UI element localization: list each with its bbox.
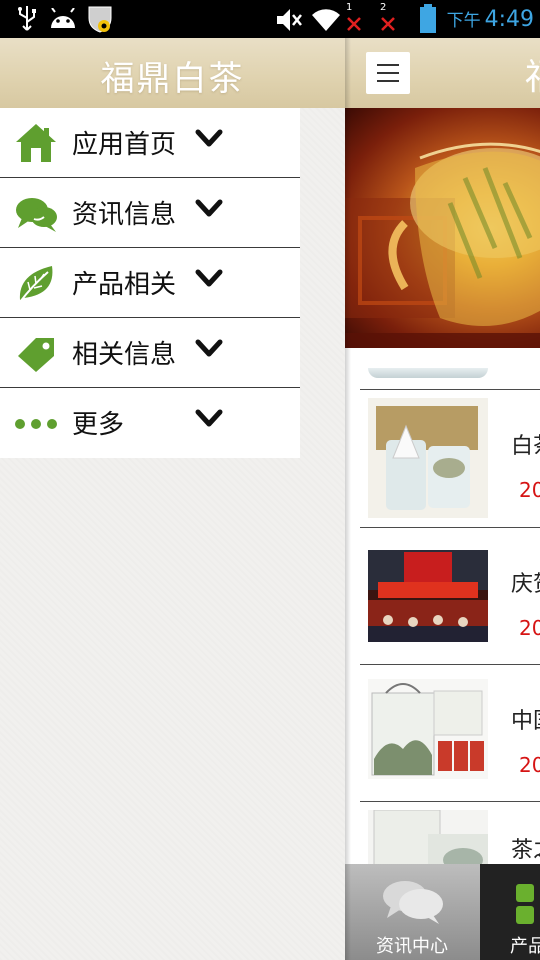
main-title: 福 [525, 48, 540, 100]
menu-item-home[interactable]: 应用首页 [0, 108, 300, 178]
drawer-title: 福鼎白茶 [100, 59, 245, 99]
tab-news-center[interactable]: 资讯中心 [345, 864, 480, 960]
news-title: 白茶 [511, 434, 540, 459]
chevron-down-icon[interactable] [194, 408, 224, 430]
menu-item-news[interactable]: 资讯信息 [0, 178, 300, 248]
menu-item-more[interactable]: 更多 [0, 388, 300, 458]
chat-bubbles-icon [16, 198, 57, 232]
chevron-down-icon[interactable] [194, 338, 224, 360]
news-item[interactable]: 庆贺 20 [360, 528, 540, 665]
news-thumb [368, 679, 488, 779]
tea-glass-illustration [345, 142, 540, 348]
tab-products[interactable]: 产品 [480, 864, 540, 960]
chevron-down-icon[interactable] [194, 128, 224, 150]
status-time: 下午 4:49 [447, 6, 534, 32]
tag-icon [18, 338, 54, 372]
news-date: 20 [519, 616, 540, 640]
tab-label: 资讯中心 [376, 936, 448, 957]
status-time-ampm: 下午 [446, 11, 481, 31]
news-thumb [368, 398, 488, 518]
sim2-label: 2 [380, 2, 387, 13]
menu-item-label: 更多 [72, 410, 125, 440]
menu-item-products[interactable]: 产品相关 [0, 248, 300, 318]
navigation-drawer: 福鼎白茶 应用首页 资讯信息 产品相关 相关信息 更多 [0, 38, 345, 960]
menu-item-related-info[interactable]: 相关信息 [0, 318, 300, 388]
tab-label: 产品 [510, 936, 540, 957]
security-shield-icon [88, 6, 112, 33]
menu-item-label: 应用首页 [72, 130, 177, 160]
chat-bubbles-icon [383, 881, 443, 924]
main-header: 福 [345, 38, 540, 108]
chevron-down-icon[interactable] [194, 198, 224, 220]
sim1-label: 1 [346, 2, 353, 13]
status-bar: 1 2 下午 4:49 [0, 0, 540, 38]
drawer-header: 福鼎白茶 [0, 38, 345, 108]
news-thumb [368, 550, 488, 642]
hamburger-icon-line [377, 80, 399, 82]
grid-icon [516, 884, 534, 924]
news-title: 中国 [511, 709, 540, 734]
sim2-signal: 2 [378, 2, 398, 36]
menu-item-label: 资讯信息 [72, 200, 177, 230]
drawer-menu: 应用首页 资讯信息 产品相关 相关信息 更多 [0, 108, 300, 458]
android-debug-icon [51, 8, 75, 28]
no-signal-x-icon [381, 17, 395, 31]
menu-toggle-button[interactable] [366, 52, 410, 94]
chevron-down-icon[interactable] [194, 268, 224, 290]
leaf-icon [19, 266, 53, 303]
bottom-tab-bar: 资讯中心 产品 [345, 864, 540, 960]
hamburger-icon-line [377, 72, 399, 74]
usb-icon [18, 6, 36, 31]
hamburger-icon-line [377, 64, 399, 66]
more-dots-icon [15, 419, 57, 429]
no-signal-x-icon [347, 17, 361, 31]
news-item[interactable]: 白茶 20 [360, 390, 540, 528]
status-time-value: 4:49 [484, 7, 534, 32]
drawer-shadow [345, 38, 351, 960]
banner-image[interactable] [345, 108, 540, 348]
menu-item-label: 产品相关 [72, 270, 177, 300]
news-title: 庆贺 [511, 572, 540, 597]
news-item[interactable]: 中国 20 [360, 665, 540, 802]
news-date: 20 [519, 753, 540, 777]
mute-icon [277, 9, 302, 31]
wifi-icon [312, 9, 340, 31]
battery-icon [420, 4, 436, 33]
home-icon [16, 124, 56, 162]
news-date: 20 [519, 478, 540, 502]
sim1-signal: 1 [344, 2, 364, 36]
menu-item-label: 相关信息 [72, 340, 177, 370]
main-content: 福 [345, 38, 540, 960]
news-title: 茶之 [511, 838, 540, 863]
news-item-partial [360, 348, 540, 390]
news-thumb [368, 368, 488, 378]
